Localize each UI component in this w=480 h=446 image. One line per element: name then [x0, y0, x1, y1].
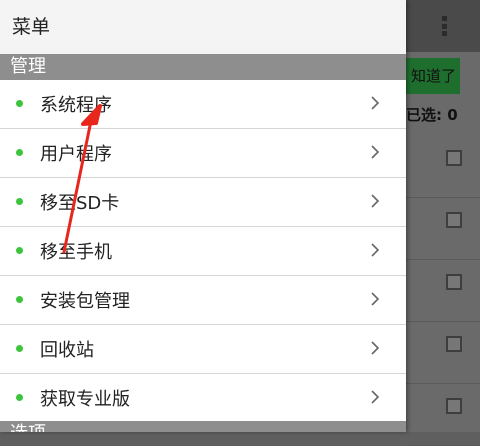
checkbox[interactable]: [446, 336, 462, 352]
drawer-header: 菜单: [0, 0, 406, 54]
menu-item-recycle-bin[interactable]: 回收站: [0, 325, 406, 374]
menu-item-user-apps[interactable]: 用户程序: [0, 129, 406, 178]
menu-item-label: 系统程序: [40, 95, 112, 116]
chevron-right-icon: [371, 292, 380, 306]
menu-item-label: 移至SD卡: [40, 193, 120, 214]
menu-item-system-apps[interactable]: 系统程序: [0, 80, 406, 129]
checkbox[interactable]: [446, 398, 462, 414]
section-header-options: 选项: [0, 421, 406, 432]
green-dot-icon: [16, 394, 23, 401]
checkbox[interactable]: [446, 150, 462, 166]
section-header-manage: 管理: [0, 54, 406, 80]
green-dot-icon: [16, 345, 23, 352]
menu-item-label: 用户程序: [40, 144, 112, 165]
drawer-title: 菜单: [12, 16, 51, 38]
navigation-drawer: 菜单 管理 系统程序 用户程序 移至SD卡 移至手机 安装包管理 回收站 获取专…: [0, 0, 406, 432]
list-item[interactable]: [406, 198, 480, 260]
list-item[interactable]: [406, 384, 480, 446]
green-dot-icon: [16, 198, 23, 205]
green-dot-icon: [16, 296, 23, 303]
checkbox[interactable]: [446, 274, 462, 290]
app-list: [406, 136, 480, 446]
menu-item-move-to-phone[interactable]: 移至手机: [0, 227, 406, 276]
menu-item-get-pro[interactable]: 获取专业版: [0, 374, 406, 423]
chevron-right-icon: [371, 243, 380, 257]
list-item[interactable]: [406, 260, 480, 322]
green-dot-icon: [16, 149, 23, 156]
menu-item-label: 安装包管理: [40, 291, 130, 312]
checkbox[interactable]: [446, 212, 462, 228]
menu-item-label: 移至手机: [40, 242, 112, 263]
list-item[interactable]: [406, 322, 480, 384]
chevron-right-icon: [371, 96, 380, 110]
ok-button[interactable]: 知道了: [400, 58, 460, 94]
list-item[interactable]: [406, 136, 480, 198]
chevron-right-icon: [371, 341, 380, 355]
overflow-menu-icon[interactable]: [436, 14, 452, 38]
menu-item-apk-manager[interactable]: 安装包管理: [0, 276, 406, 325]
green-dot-icon: [16, 100, 23, 107]
selected-count: 已选: 0: [406, 106, 458, 124]
green-dot-icon: [16, 247, 23, 254]
chevron-right-icon: [371, 194, 380, 208]
chevron-right-icon: [371, 145, 380, 159]
chevron-right-icon: [371, 390, 380, 404]
menu-item-label: 回收站: [40, 340, 94, 361]
menu-item-move-to-sd[interactable]: 移至SD卡: [0, 178, 406, 227]
menu-item-label: 获取专业版: [40, 389, 130, 410]
